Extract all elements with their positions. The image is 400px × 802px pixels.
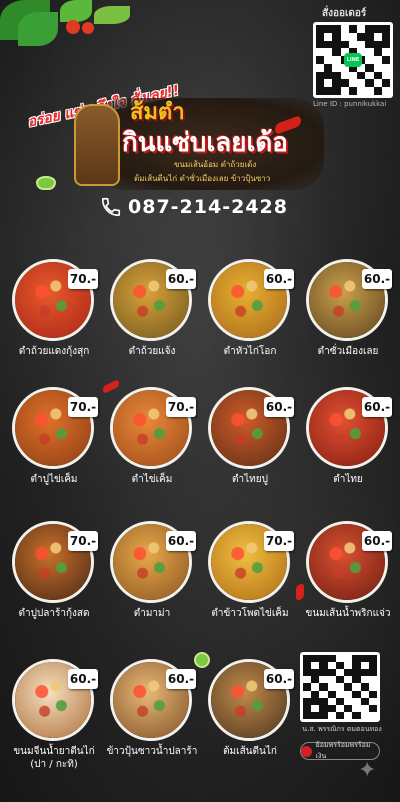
lime-icon bbox=[194, 652, 210, 668]
shop-logo: ส้มตำ กินแซ่บเลยเด้อ ขนมเส้นอ้อม ตำถ้วยเ… bbox=[74, 94, 344, 194]
dish-name: ตำถ้วยแดงกุ้งสุก bbox=[18, 346, 90, 357]
dish-name: ตำไข่เค็ม bbox=[131, 474, 173, 485]
price-tag: 60.- bbox=[362, 397, 392, 417]
menu-item[interactable]: 60.- ขนมจีนน้ำยาตีนไก่ (ปา / กะทิ) bbox=[6, 655, 102, 783]
dish-name: ตำซั่วเมืองเลย bbox=[317, 346, 379, 357]
dish-name: ขนมจีนน้ำยาตีนไก่ (ปา / กะทิ) bbox=[13, 746, 95, 770]
menu-item[interactable]: 60.- ตำซั่วเมืองเลย bbox=[300, 255, 396, 383]
dish-name: ตำหัวไก่โอก bbox=[223, 346, 277, 357]
logo-subtitle-1: ขนมเส้นอ้อม ตำถ้วยเด้ง bbox=[174, 160, 257, 169]
menu-item[interactable]: 70.- ตำข้าวโพดไข่เค็ม bbox=[202, 517, 298, 645]
menu-item[interactable]: 60.- ตำหัวไก่โอก bbox=[202, 255, 298, 383]
price-tag: 70.- bbox=[68, 269, 98, 289]
price-tag: 60.- bbox=[68, 669, 98, 689]
dish-name: ตำไทย bbox=[333, 474, 363, 485]
menu-item[interactable]: 70.- ตำปูไข่เค็ม bbox=[6, 383, 102, 511]
menu-item[interactable]: 70.- ตำถ้วยแดงกุ้งสุก bbox=[6, 255, 102, 383]
order-label: สั่งออเดอร์ bbox=[322, 8, 367, 19]
dish-name: ข้าวปุ้นซาวน้ำปลาร้า bbox=[106, 746, 198, 757]
menu-item[interactable]: 60.- ข้าวปุ้นซาวน้ำปลาร้า bbox=[104, 655, 200, 783]
dish-name: ขนมเส้นน้ำพริกแจ่ว bbox=[305, 608, 391, 619]
phone-icon bbox=[101, 197, 121, 217]
menu-item[interactable]: 60.- ต้มเส้นตีนไก่ bbox=[202, 655, 298, 783]
dish-name: ตำปูไข่เค็ม bbox=[30, 474, 78, 485]
logo-subtitle-2: ต้มเส้นตีนไก่ ตำซั่วเมืองเลย ข้าวปุ้นซาว bbox=[134, 174, 271, 183]
menu-item[interactable]: 60.- ขนมเส้นน้ำพริกแจ่ว bbox=[300, 517, 396, 645]
dish-name: ตำมาม่า bbox=[133, 608, 171, 619]
sparkle-icon: ✦ bbox=[358, 758, 377, 783]
bank-logo-icon bbox=[301, 745, 312, 757]
dish-name: ตำไทยปู bbox=[232, 474, 268, 485]
dish-name: ต้มเส้นตีนไก่ bbox=[223, 746, 277, 757]
price-tag: 60.- bbox=[362, 269, 392, 289]
price-tag: 60.- bbox=[362, 531, 392, 551]
lime-icon bbox=[36, 176, 56, 190]
price-tag: 60.- bbox=[264, 397, 294, 417]
dish-name: ตำข้าวโพดไข่เค็ม bbox=[211, 608, 289, 619]
menu-item[interactable]: 60.- ตำมาม่า bbox=[104, 517, 200, 645]
price-tag: 70.- bbox=[166, 397, 196, 417]
price-tag: 60.- bbox=[264, 269, 294, 289]
phone-contact[interactable]: 087-214-2428 bbox=[100, 196, 288, 218]
menu-item[interactable]: 60.- ตำถ้วยแจ้ง bbox=[104, 255, 200, 383]
menu-item[interactable]: 60.- ตำไทยปู bbox=[202, 383, 298, 511]
price-tag: 60.- bbox=[166, 531, 196, 551]
vegetables-decoration bbox=[0, 0, 140, 62]
price-tag: 60.- bbox=[264, 669, 294, 689]
menu-item[interactable]: 70.- ตำไข่เค็ม bbox=[104, 383, 200, 511]
dish-name: ตำปูปลาร้ากุ้งสด bbox=[18, 608, 90, 619]
price-tag: 70.- bbox=[68, 397, 98, 417]
dish-name: ตำถ้วยแจ้ง bbox=[128, 346, 176, 357]
logo-title-main: กินแซ่บเลยเด้อ bbox=[122, 128, 288, 158]
chili-icon bbox=[296, 584, 304, 600]
phone-number: 087-214-2428 bbox=[128, 196, 288, 218]
mascot-figure bbox=[74, 104, 120, 186]
price-tag: 70.- bbox=[68, 531, 98, 551]
price-tag: 60.- bbox=[166, 269, 196, 289]
menu-item[interactable]: 60.- ตำไทย bbox=[300, 383, 396, 511]
line-icon: LINE bbox=[344, 53, 362, 67]
price-tag: 70.- bbox=[264, 531, 294, 551]
payment-qr-code[interactable] bbox=[300, 652, 380, 722]
menu-item[interactable]: 70.- ตำปูปลาร้ากุ้งสด bbox=[6, 517, 102, 645]
price-tag: 60.- bbox=[166, 669, 196, 689]
account-name: น.ส. พรรณิกร ตมดอนทอง bbox=[302, 725, 382, 733]
